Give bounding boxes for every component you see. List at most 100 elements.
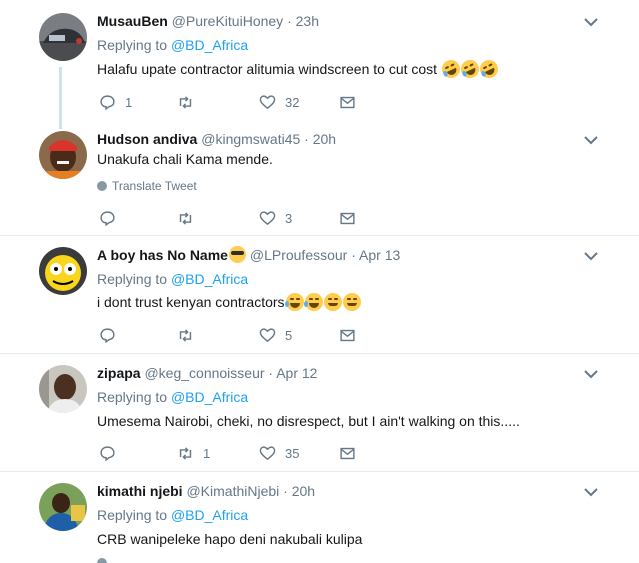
chevron-down-icon[interactable] [584, 369, 598, 379]
retweet-button[interactable] [177, 92, 203, 112]
translate-tweet-link-cropped[interactable] [97, 558, 177, 563]
reply-count: 1 [125, 94, 133, 110]
avatar[interactable] [39, 13, 87, 61]
relieved-emoji [342, 293, 361, 311]
message-icon [340, 212, 355, 224]
avatar[interactable] [39, 483, 87, 531]
reply-to-link[interactable]: @BD_Africa [171, 37, 248, 53]
message-button[interactable] [339, 92, 356, 112]
display-name[interactable]: zipapa [97, 365, 141, 381]
like-count: 3 [285, 210, 293, 226]
sunglasses-emoji [228, 246, 246, 263]
reply-button[interactable]: 1 [99, 92, 132, 112]
rofl-emoji [438, 57, 463, 81]
joy-emoji [303, 293, 323, 311]
rofl-emoji [457, 57, 482, 81]
retweet-button[interactable] [177, 208, 203, 228]
like-count: 5 [285, 327, 293, 343]
timestamp[interactable]: · 23h [287, 13, 319, 29]
timestamp[interactable]: · 20h [304, 131, 336, 147]
like-icon [259, 94, 276, 109]
like-count: 32 [285, 94, 300, 110]
replying-to: Replying to @BD_Africa [97, 388, 248, 406]
tweet-header: zipapa @keg_connoisseur · Apr 12 [97, 364, 317, 382]
tweet-header: Hudson andiva @kingmswati45 · 20h [97, 130, 336, 148]
translate-label: Translate Tweet [112, 179, 197, 193]
timestamp[interactable]: · Apr 12 [268, 365, 317, 381]
reply-button[interactable] [99, 325, 125, 345]
replying-prefix: Replying to [97, 389, 171, 405]
tweet-actions: 5 [97, 325, 397, 345]
message-icon [340, 329, 355, 341]
avatar[interactable] [39, 131, 87, 179]
user-handle[interactable]: @LProufessour [250, 247, 347, 263]
message-button[interactable] [339, 325, 356, 345]
tweet-actions: 1 32 [97, 92, 397, 112]
tweet-text-content: Umesema Nairobi, cheki, no disrespect, b… [97, 413, 520, 429]
like-button[interactable]: 3 [259, 208, 292, 228]
tweet-zipapa[interactable]: zipapa @keg_connoisseur · Apr 12 Replyin… [0, 354, 639, 471]
tweet-kimathi-njebi[interactable]: kimathi njebi @KimathiNjebi · 20h Replyi… [0, 472, 639, 563]
replying-prefix: Replying to [97, 37, 171, 53]
relieved-emoji [323, 293, 342, 311]
reply-to-link[interactable]: @BD_Africa [171, 271, 248, 287]
retweet-button[interactable]: 1 [177, 443, 210, 463]
chevron-down-icon[interactable] [584, 17, 598, 27]
user-handle[interactable]: @kingmswati45 [201, 131, 300, 147]
tweet-text-content: Halafu upate contractor alitumia windscr… [97, 61, 438, 77]
display-name[interactable]: A boy has No Name [97, 247, 228, 263]
reply-icon [100, 327, 115, 343]
tweet-hudson-andiva[interactable]: Hudson andiva @kingmswati45 · 20h Unakuf… [0, 120, 639, 235]
like-icon [259, 327, 276, 342]
chevron-down-icon[interactable] [584, 135, 598, 145]
like-button[interactable]: 32 [259, 92, 299, 112]
user-handle[interactable]: @PureKituiHoney [172, 13, 284, 29]
tweet-actions: 3 [97, 208, 397, 228]
avatar[interactable] [39, 247, 87, 295]
rofl-emoji [476, 57, 501, 81]
reply-to-link[interactable]: @BD_Africa [171, 507, 248, 523]
reply-button[interactable] [99, 443, 125, 463]
timestamp[interactable]: · Apr 13 [351, 247, 400, 263]
tweet-text: Halafu upate contractor alitumia windscr… [97, 57, 501, 81]
message-button[interactable] [339, 208, 356, 228]
chevron-down-icon[interactable] [584, 251, 598, 261]
display-name[interactable]: kimathi njebi [97, 483, 183, 499]
like-icon [259, 445, 276, 460]
retweet-count: 1 [203, 445, 211, 461]
reply-icon [100, 210, 115, 226]
tweet-header: kimathi njebi @KimathiNjebi · 20h [97, 482, 315, 500]
tweet-text-content: i dont trust kenyan contractors [97, 294, 285, 310]
tweet-text: i dont trust kenyan contractors [97, 293, 361, 311]
avatar[interactable] [39, 365, 87, 413]
tweet-text: Unakufa chali Kama mende. [97, 150, 273, 168]
message-button[interactable] [339, 443, 356, 463]
tweet-text-content: Unakufa chali Kama mende. [97, 151, 273, 167]
reply-button[interactable] [99, 208, 125, 228]
like-count: 35 [285, 445, 300, 461]
message-icon [340, 447, 355, 459]
tweet-text: CRB wanipeleke hapo deni nakubali kulipa [97, 530, 362, 548]
tweet-header: MusauBen @PureKituiHoney · 23h [97, 12, 319, 30]
timestamp[interactable]: · 20h [283, 483, 315, 499]
tweet-header: A boy has No Name @LProufessour · Apr 13 [97, 246, 400, 264]
user-handle[interactable]: @KimathiNjebi [186, 483, 279, 499]
retweet-icon [179, 211, 192, 225]
retweet-icon [179, 328, 192, 342]
like-button[interactable]: 5 [259, 325, 292, 345]
like-icon [259, 210, 276, 225]
reply-to-link[interactable]: @BD_Africa [171, 389, 248, 405]
retweet-button[interactable] [177, 325, 203, 345]
tweet-a-boy-has-no-name[interactable]: A boy has No Name @LProufessour · Apr 13… [0, 236, 639, 353]
translate-tweet-link[interactable]: Translate Tweet [97, 178, 197, 194]
replying-to: Replying to @BD_Africa [97, 36, 248, 54]
reply-icon [100, 445, 115, 461]
replying-prefix: Replying to [97, 507, 171, 523]
display-name[interactable]: MusauBen [97, 13, 168, 29]
like-button[interactable]: 35 [259, 443, 299, 463]
display-name[interactable]: Hudson andiva [97, 131, 197, 147]
tweet-musauben[interactable]: MusauBen @PureKituiHoney · 23h Replying … [0, 0, 639, 120]
message-icon [340, 96, 355, 108]
chevron-down-icon[interactable] [584, 487, 598, 497]
user-handle[interactable]: @keg_connoisseur [144, 365, 264, 381]
